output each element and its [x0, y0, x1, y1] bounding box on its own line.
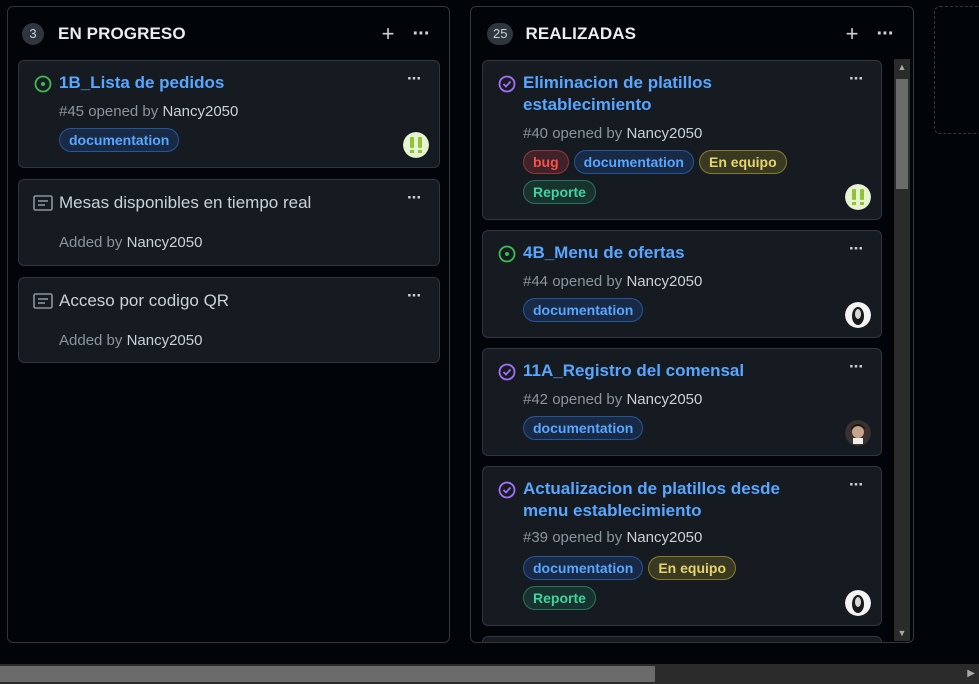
issue-opened-icon — [34, 75, 52, 93]
issue-number: #40 — [523, 125, 549, 142]
column-en-progreso: 3 EN PROGRESO + ··· 1B_Lista de pedidos … — [7, 6, 450, 643]
add-card-button[interactable]: + — [373, 21, 403, 47]
opened-by-text: opened by — [552, 273, 623, 290]
issue-card[interactable]: 1B_Lista de pedidos ··· #45 opened by Na… — [18, 60, 440, 168]
issue-opened-icon — [498, 245, 516, 263]
note-title: Mesas disponibles en tiempo real — [59, 193, 312, 212]
label-list: documentation En equipo Reporte — [523, 556, 753, 610]
column-menu-button[interactable]: ··· — [867, 23, 903, 46]
issue-card[interactable]: Eliminacion de platillos establecimiento… — [482, 60, 882, 220]
avatar[interactable] — [845, 420, 871, 446]
opened-by-text: opened by — [552, 529, 623, 546]
column-header: 25 REALIZADAS + ··· — [487, 21, 903, 47]
note-title: Acceso por codigo QR — [59, 291, 230, 310]
scroll-up-arrow-icon[interactable]: ▲ — [894, 59, 910, 75]
avatar[interactable] — [845, 184, 871, 210]
issue-title-link[interactable]: Eliminacion de platillos establecimiento — [523, 72, 825, 116]
author-link[interactable]: Nancy2050 — [626, 529, 702, 546]
issue-number: #45 — [59, 103, 85, 120]
label-list: documentation — [523, 298, 644, 322]
card-menu-button[interactable]: ··· — [407, 188, 422, 208]
label-en-equipo[interactable]: En equipo — [648, 556, 737, 580]
author-link[interactable]: Nancy2050 — [626, 125, 702, 142]
label-documentation[interactable]: documentation — [573, 150, 694, 174]
card-menu-button[interactable]: ··· — [849, 357, 864, 377]
author-link[interactable]: Nancy2050 — [626, 273, 702, 290]
note-card[interactable]: Mesas disponibles en tiempo real ··· Add… — [18, 179, 440, 266]
issue-card[interactable]: Actualizacion de platillos desde menu es… — [482, 466, 882, 626]
column-title: EN PROGRESO — [58, 24, 186, 43]
card-menu-button[interactable]: ··· — [849, 239, 864, 259]
author-link[interactable]: Nancy2050 — [626, 391, 702, 408]
issue-number: #42 — [523, 391, 549, 408]
issue-closed-icon — [498, 481, 516, 499]
issue-title-link[interactable]: 11A_Registro del comensal — [523, 360, 825, 382]
label-documentation[interactable]: documentation — [523, 556, 644, 580]
issue-closed-icon — [498, 75, 516, 93]
horizontal-scrollbar-thumb[interactable] — [0, 666, 655, 682]
label-reporte[interactable]: Reporte — [523, 586, 596, 610]
label-list: documentation — [523, 416, 644, 440]
note-icon — [33, 293, 53, 309]
label-documentation[interactable]: documentation — [523, 298, 644, 322]
add-column-placeholder[interactable] — [934, 6, 979, 134]
opened-by-text: opened by — [552, 125, 623, 142]
author-link[interactable]: Nancy2050 — [127, 234, 203, 251]
label-list: bug documentation En equipo Reporte — [523, 150, 798, 204]
column-title: REALIZADAS — [525, 24, 637, 43]
column-scrollbar[interactable]: ▲ ▼ — [894, 59, 910, 641]
column-menu-button[interactable]: ··· — [403, 23, 439, 46]
scroll-down-arrow-icon[interactable]: ▼ — [894, 625, 910, 641]
card-menu-button[interactable]: ··· — [407, 69, 422, 89]
card-menu-button[interactable]: ··· — [849, 69, 864, 89]
note-meta: Added by Nancy2050 — [59, 234, 202, 251]
added-by-text: Added by — [59, 332, 123, 349]
issue-meta: #42 opened by Nancy2050 — [523, 391, 702, 408]
card-menu-button[interactable]: ··· — [407, 286, 422, 306]
label-reporte[interactable]: Reporte — [523, 180, 596, 204]
issue-card-partial[interactable] — [482, 636, 882, 642]
horizontal-scrollbar[interactable]: ▶ — [0, 664, 979, 684]
label-bug[interactable]: bug — [523, 150, 569, 174]
issue-title-link[interactable]: 1B_Lista de pedidos — [59, 72, 383, 94]
issue-title-link[interactable]: 4B_Menu de ofertas — [523, 242, 825, 264]
scrollbar-thumb[interactable] — [896, 79, 908, 189]
issue-meta: #44 opened by Nancy2050 — [523, 273, 702, 290]
avatar[interactable] — [403, 132, 429, 158]
issue-meta: #40 opened by Nancy2050 — [523, 125, 702, 142]
issue-card[interactable]: 4B_Menu de ofertas ··· #44 opened by Nan… — [482, 230, 882, 338]
opened-by-text: opened by — [552, 391, 623, 408]
label-en-equipo[interactable]: En equipo — [699, 150, 787, 174]
column-count: 25 — [487, 23, 514, 45]
note-meta: Added by Nancy2050 — [59, 332, 202, 349]
author-link[interactable]: Nancy2050 — [162, 103, 238, 120]
issue-card[interactable]: 11A_Registro del comensal ··· #42 opened… — [482, 348, 882, 456]
label-list: documentation — [59, 128, 180, 152]
avatar[interactable] — [845, 302, 871, 328]
label-documentation[interactable]: documentation — [59, 128, 180, 152]
column-header: 3 EN PROGRESO + ··· — [22, 21, 439, 47]
issue-closed-icon — [498, 363, 516, 381]
issue-title-link[interactable]: Actualizacion de platillos desde menu es… — [523, 478, 825, 522]
added-by-text: Added by — [59, 234, 123, 251]
issue-number: #39 — [523, 529, 549, 546]
issue-number: #44 — [523, 273, 549, 290]
note-card[interactable]: Acceso por codigo QR ··· Added by Nancy2… — [18, 277, 440, 363]
avatar[interactable] — [845, 590, 871, 616]
issue-meta: #45 opened by Nancy2050 — [59, 103, 238, 120]
label-documentation[interactable]: documentation — [523, 416, 644, 440]
opened-by-text: opened by — [88, 103, 159, 120]
scroll-right-arrow-icon[interactable]: ▶ — [967, 666, 975, 682]
issue-meta: #39 opened by Nancy2050 — [523, 529, 702, 546]
column-count: 3 — [22, 23, 44, 45]
column-realizadas: 25 REALIZADAS + ··· Eliminacion de plati… — [470, 6, 914, 643]
card-menu-button[interactable]: ··· — [849, 475, 864, 495]
author-link[interactable]: Nancy2050 — [127, 332, 203, 349]
note-icon — [33, 195, 53, 211]
add-card-button[interactable]: + — [837, 21, 867, 47]
